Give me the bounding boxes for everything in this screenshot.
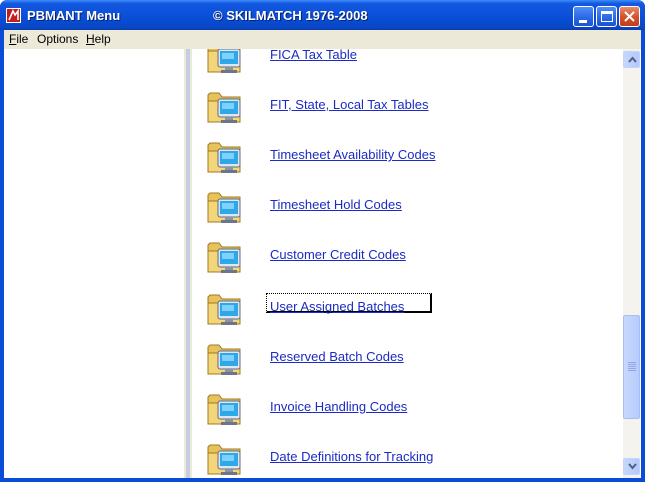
scroll-thumb[interactable] [623, 315, 640, 419]
list-item-timesheet-hold-codes[interactable]: Timesheet Hold Codes [192, 187, 623, 237]
menu-link-timesheet-availability-codes[interactable]: Timesheet Availability Codes [270, 147, 435, 162]
menu-list-pane[interactable]: FICA Tax Table FIT, State, Local Tax Tab… [192, 49, 623, 478]
chevron-up-icon [628, 56, 637, 63]
menu-help[interactable]: Help [86, 32, 111, 46]
menu-options[interactable]: Options [37, 32, 78, 46]
client-area: FICA Tax Table FIT, State, Local Tax Tab… [4, 49, 641, 478]
folder-computer-icon [207, 242, 241, 274]
scroll-grip-icon [628, 362, 636, 371]
folder-computer-icon [207, 192, 241, 224]
folder-computer-icon [207, 49, 241, 74]
left-pane[interactable] [4, 49, 184, 478]
list-item-timesheet-availability-codes[interactable]: Timesheet Availability Codes [192, 137, 623, 187]
list-item-date-definitions-for-tracking[interactable]: Date Definitions for Tracking [192, 439, 623, 478]
pane-splitter[interactable] [184, 49, 192, 478]
window-frame-right [641, 30, 645, 482]
menu-link-reserved-batch-codes[interactable]: Reserved Batch Codes [270, 349, 404, 364]
chevron-down-icon [628, 463, 637, 470]
window-copyright: © SKILMATCH 1976-2008 [213, 8, 368, 23]
close-icon [624, 11, 635, 22]
menu-link-date-definitions-for-tracking[interactable]: Date Definitions for Tracking [270, 449, 433, 464]
folder-computer-icon [207, 142, 241, 174]
menu-options-label: Options [37, 32, 79, 46]
folder-computer-icon [207, 394, 241, 426]
list-item-user-assigned-batches[interactable]: User Assigned Batches [192, 289, 623, 339]
app-window: PBMANT Menu © SKILMATCH 1976-2008 File O… [0, 0, 645, 482]
menu-link-customer-credit-codes[interactable]: Customer Credit Codes [270, 247, 406, 262]
window-frame-bottom [0, 478, 645, 482]
folder-computer-icon [207, 294, 241, 326]
list-item-reserved-batch-codes[interactable]: Reserved Batch Codes [192, 339, 623, 389]
menu-bar: File Options Help [4, 30, 641, 49]
list-item-fit-state-local-tax-tables[interactable]: FIT, State, Local Tax Tables [192, 87, 623, 137]
menu-link-timesheet-hold-codes[interactable]: Timesheet Hold Codes [270, 197, 402, 212]
list-item-fica-tax-table[interactable]: FICA Tax Table [192, 49, 623, 87]
maximize-button[interactable] [596, 6, 617, 27]
close-button[interactable] [619, 6, 640, 27]
folder-computer-icon [207, 444, 241, 476]
scroll-up-button[interactable] [623, 51, 640, 68]
list-item-customer-credit-codes[interactable]: Customer Credit Codes [192, 237, 623, 287]
menu-link-fit-state-local-tax-tables[interactable]: FIT, State, Local Tax Tables [270, 97, 429, 112]
folder-computer-icon [207, 344, 241, 376]
menu-file-label: ile [16, 32, 29, 46]
menu-file[interactable]: File [9, 32, 28, 46]
list-item-invoice-handling-codes[interactable]: Invoice Handling Codes [192, 389, 623, 439]
minimize-button[interactable] [573, 6, 594, 27]
folder-computer-icon [207, 92, 241, 124]
scroll-down-button[interactable] [623, 458, 640, 475]
menu-link-user-assigned-batches[interactable]: User Assigned Batches [270, 299, 404, 314]
window-title: PBMANT Menu [27, 8, 121, 23]
vertical-scrollbar[interactable] [623, 49, 640, 478]
menu-link-fica-tax-table[interactable]: FICA Tax Table [270, 49, 357, 62]
maximize-icon [601, 11, 613, 22]
menu-help-label: elp [94, 32, 111, 46]
minimize-icon [579, 20, 587, 23]
title-bar[interactable]: PBMANT Menu © SKILMATCH 1976-2008 [0, 0, 645, 30]
menu-help-accel: H [86, 32, 95, 46]
app-icon[interactable] [6, 8, 21, 23]
menu-link-invoice-handling-codes[interactable]: Invoice Handling Codes [270, 399, 407, 414]
